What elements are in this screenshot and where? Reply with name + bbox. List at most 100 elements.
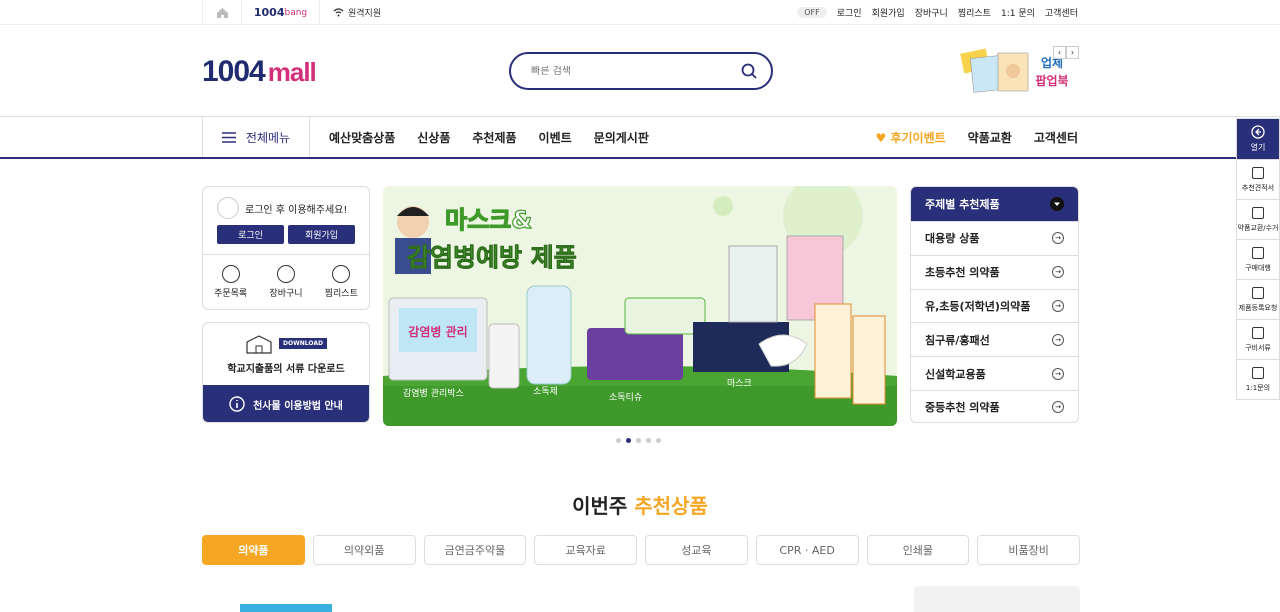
sidebar-item-label: 제품등록요청 (1238, 303, 1278, 312)
arrow-right-icon: → (1052, 367, 1064, 380)
section-title-b: 추천상품 (634, 494, 708, 518)
download-graphic: DOWNLOAD (245, 334, 327, 354)
category-item-label: 중등추천 의약품 (925, 401, 1000, 415)
login-button[interactable]: 로그인 (217, 225, 284, 244)
document-download[interactable]: DOWNLOAD 학교지출품의 서류 다운로드 (203, 323, 369, 385)
nav-exchange[interactable]: 약품교환 (968, 129, 1012, 146)
search-icon[interactable] (741, 63, 757, 79)
hero-label-kit: 감염병 관리박스 (403, 387, 464, 399)
nav-board[interactable]: 문의게시판 (594, 129, 649, 146)
category-item-label: 유,초등(저학년)의약품 (925, 299, 1031, 313)
sidebar-item-inquiry[interactable]: 1:1문의 (1237, 359, 1279, 399)
wishlist-link[interactable]: 찜리스트 (958, 6, 991, 19)
arrow-left-icon (1251, 125, 1265, 139)
tab-cpr-aed[interactable]: CPR · AED (755, 535, 859, 565)
sidebar-item-label: 추천견적서 (1241, 183, 1275, 192)
logo-sub: mall (267, 57, 317, 87)
hero-dot[interactable] (636, 438, 641, 443)
right-quick-sidebar: 열기 추천견적서 약품교환/수거 구매대행 제품등록요청 구비서류 1:1문의 (1236, 118, 1280, 400)
quick-links: 주문목록 장바구니 찜리스트 (203, 254, 369, 299)
nav-budget[interactable]: 예산맞춤상품 (329, 129, 395, 146)
nav-customer-center[interactable]: 고객센터 (1034, 129, 1078, 146)
download-title: 학교지출품의 서류 다운로드 (227, 363, 345, 375)
arrow-right-icon: → (1052, 401, 1064, 414)
info-icon (229, 396, 245, 412)
hero-dot[interactable] (656, 438, 661, 443)
inquiry-link[interactable]: 1:1 문의 (1001, 6, 1035, 19)
category-item[interactable]: 침구류/홍패선 → (911, 322, 1078, 356)
product-tabs: 의약품 의약외품 금연금주약물 교육자료 성교육 CPR · AED 인쇄물 비… (202, 535, 1080, 565)
sidebar-item-documents[interactable]: 구비서류 (1237, 319, 1279, 359)
sidebar-item-exchange[interactable]: 약품교환/수거 (1237, 199, 1279, 239)
hero-banner[interactable]: 마스크& 감염병예방 제품 감염병 관리 감염병 관리박스 소독제 소독티슈 마… (383, 186, 897, 426)
arrow-right-icon: → (1052, 266, 1064, 279)
top-utility-bar: 1004 bang 원격지원 OFF 로그인 회원가입 장바구니 찜리스트 1:… (0, 0, 1280, 25)
quick-cart[interactable]: 장바구니 (269, 265, 303, 299)
menu-icon (221, 131, 236, 143)
category-item-label: 신설학교용품 (925, 367, 986, 381)
hero-dot[interactable] (646, 438, 651, 443)
banner-prev-icon[interactable]: ‹ (1053, 46, 1066, 59)
quick-orders[interactable]: 주문목록 (214, 265, 247, 299)
download-badge: DOWNLOAD (279, 338, 327, 349)
nav-review-event[interactable]: ♥ 후기이벤트 (876, 129, 946, 146)
nav-recommended[interactable]: 추천제품 (472, 129, 516, 146)
customer-center-link[interactable]: 고객센터 (1045, 6, 1078, 19)
hero-dot[interactable] (616, 438, 621, 443)
top-right-links: OFF 로그인 회원가입 장바구니 찜리스트 1:1 문의 고객센터 (797, 0, 1078, 25)
login-link[interactable]: 로그인 (837, 6, 862, 19)
usage-guide-button[interactable]: 천사몰 이용방법 안내 (203, 385, 369, 422)
login-box: 로그인 후 이용해주세요! 로그인 회원가입 주문목록 장바구니 찜리스트 (202, 186, 370, 310)
category-item[interactable]: 신설학교용품 → (911, 356, 1078, 390)
section-title: 이번주 추천상품 (0, 490, 1280, 519)
bang-site-link[interactable]: 1004 bang (242, 0, 320, 25)
sidebar-open-button[interactable]: 열기 (1237, 119, 1279, 159)
sidebar-item-register[interactable]: 제품등록요청 (1237, 279, 1279, 319)
signup-link[interactable]: 회원가입 (872, 6, 905, 19)
banner-next-icon[interactable]: › (1066, 46, 1079, 59)
cart-link[interactable]: 장바구니 (915, 6, 948, 19)
tab-quasi-drug[interactable]: 의약외품 (312, 535, 416, 565)
category-panel: 주제별 추천제품 대용량 상품 → 초등추천 의약품 → 유,초등(저학년)의약품 →… (910, 186, 1079, 423)
all-menu-button[interactable]: 전체메뉴 (202, 117, 310, 157)
remote-support-label: 원격지원 (348, 9, 382, 19)
login-buttons: 로그인 회원가입 (203, 225, 369, 244)
category-item[interactable]: 중등추천 의약품 → (911, 389, 1078, 422)
hero-dot-active[interactable] (626, 438, 631, 443)
search-input[interactable] (531, 65, 741, 77)
signup-button[interactable]: 회원가입 (288, 225, 355, 244)
tab-anti-smoking[interactable]: 금연금주약물 (423, 535, 527, 565)
sidebar-item-label: 구비서류 (1245, 343, 1271, 352)
category-item[interactable]: 유,초등(저학년)의약품 → (911, 288, 1078, 323)
tab-equipment[interactable]: 비품장비 (977, 535, 1080, 565)
product-thumbnail[interactable] (240, 604, 332, 612)
basket-icon (276, 265, 295, 283)
category-item[interactable]: 대용량 상품 → (911, 221, 1078, 255)
quick-wishlist[interactable]: 찜리스트 (325, 265, 358, 299)
nav-new[interactable]: 신상품 (417, 129, 450, 146)
category-item-label: 침구류/홍패선 (925, 333, 990, 347)
login-message: 로그인 후 이용해주세요! (245, 204, 348, 216)
tab-medicine[interactable]: 의약품 (202, 535, 305, 565)
category-header[interactable]: 주제별 추천제품 (911, 187, 1078, 221)
product-thumbnail[interactable] (914, 586, 1080, 612)
tab-print[interactable]: 인쇄물 (866, 535, 970, 565)
category-item[interactable]: 초등추천 의약품 → (911, 254, 1078, 289)
site-logo[interactable]: 1004 mall (202, 55, 317, 89)
bag-icon (1252, 246, 1264, 259)
category-item-label: 초등추천 의약품 (925, 266, 1000, 280)
tab-sex-education[interactable]: 성교육 (645, 535, 748, 565)
hero-headline-2: 감염병예방 제품 (407, 243, 577, 272)
tab-education[interactable]: 교육자료 (534, 535, 637, 565)
sidebar-item-estimate[interactable]: 추천견적서 (1237, 159, 1279, 199)
nav-event[interactable]: 이벤트 (539, 129, 572, 146)
remote-support-link[interactable]: 원격지원 (333, 0, 381, 25)
toggle-switch[interactable]: OFF (797, 7, 827, 18)
bang-logo: 1004 (253, 6, 285, 19)
arrow-right-icon: → (1052, 299, 1064, 312)
sidebar-item-purchase[interactable]: 구매대행 (1237, 239, 1279, 279)
home-icon[interactable] (202, 0, 242, 25)
receipt-icon (221, 265, 240, 283)
nav-links: 예산맞춤상품 신상품 추천제품 이벤트 문의게시판 (329, 117, 649, 157)
wifi-icon (333, 8, 344, 17)
